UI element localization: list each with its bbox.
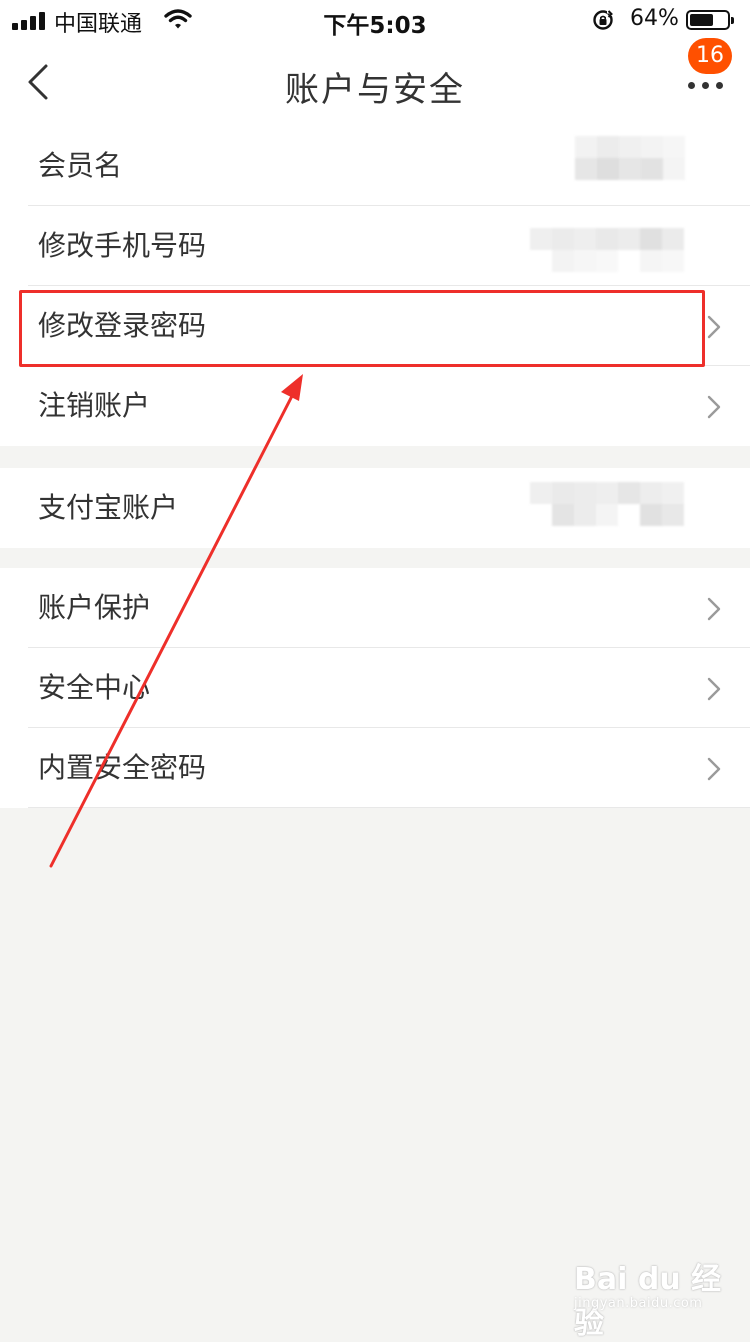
built-in-security-password-label: 内置安全密码 — [38, 751, 207, 784]
notification-badge: 16 — [688, 38, 732, 74]
list-item-change-phone[interactable]: 修改手机号码 — [0, 206, 750, 286]
chevron-right-icon — [707, 395, 721, 419]
rotation-lock-icon — [593, 10, 613, 30]
battery-percent: 64% — [630, 6, 679, 31]
list-item-built-in-security-password[interactable]: 内置安全密码 — [0, 728, 750, 808]
alipay-group: 支付宝账户 — [0, 468, 750, 548]
battery-icon — [686, 10, 734, 30]
highlight-box — [19, 290, 705, 367]
close-account-label: 注销账户 — [38, 389, 151, 422]
alipay-value-masked — [530, 482, 692, 532]
security-group: 账户保护 安全中心 内置安全密码 — [0, 568, 750, 808]
list-item-security-center[interactable]: 安全中心 — [0, 648, 750, 728]
more-icon[interactable] — [686, 74, 726, 98]
status-bar: 中国联通 下午5:03 64% — [0, 0, 750, 40]
member-name-label: 会员名 — [38, 149, 123, 182]
nav-bar: 账户与安全 16 — [0, 38, 750, 126]
chevron-right-icon — [707, 677, 721, 701]
member-name-value-masked — [575, 136, 691, 186]
baidu-jingyan-watermark: Bai du 经验 jingyan.baidu.com — [574, 1254, 724, 1341]
chevron-right-icon — [707, 597, 721, 621]
account-protection-label: 账户保护 — [38, 591, 151, 624]
list-item-member-name[interactable]: 会员名 — [0, 126, 750, 206]
chevron-right-icon — [707, 757, 721, 781]
page-title: 账户与安全 — [285, 70, 465, 110]
list-item-alipay-account[interactable]: 支付宝账户 — [0, 468, 750, 548]
change-phone-label: 修改手机号码 — [38, 229, 207, 262]
list-item-account-protection[interactable]: 账户保护 — [0, 568, 750, 648]
account-group: 会员名 修改手机号码 修改登录密码 注销账户 — [0, 126, 750, 446]
chevron-right-icon — [707, 315, 721, 339]
alipay-account-label: 支付宝账户 — [38, 491, 179, 524]
watermark-url: jingyan.baidu.com — [574, 1296, 703, 1311]
security-center-label: 安全中心 — [38, 671, 151, 704]
list-item-close-account[interactable]: 注销账户 — [0, 366, 750, 446]
phone-value-masked — [530, 228, 692, 278]
